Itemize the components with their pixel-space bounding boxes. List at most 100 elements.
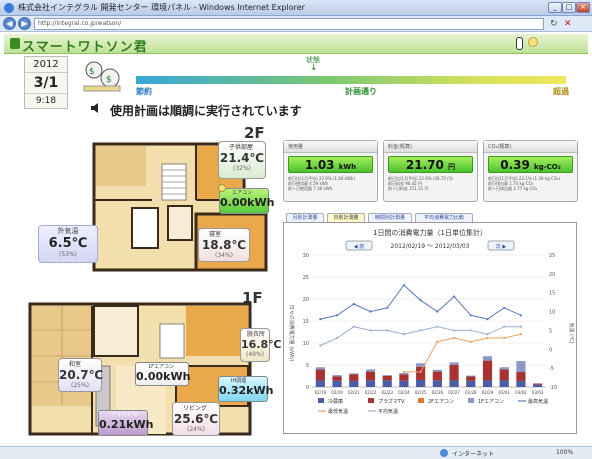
bar-プラズマTV xyxy=(533,383,543,385)
sensor-humidity: (32%) xyxy=(232,165,252,172)
bar-プラズマTV xyxy=(315,369,325,381)
legend-swatch xyxy=(368,398,374,403)
power-value: 0.00kWh xyxy=(220,196,275,209)
y2-tick-label: 5 xyxy=(549,328,552,334)
bar-1Fエアコン xyxy=(399,372,409,375)
bar-1Fエアコン xyxy=(466,375,476,377)
y2-tick-label: 25 xyxy=(549,253,555,259)
x-tick-label: 02/24 xyxy=(398,390,410,395)
card-value: 0.39 kg-CO₂ xyxy=(488,156,573,173)
thermometer-icon[interactable] xyxy=(516,37,523,50)
card-usage: 使用量 1.03 kWh 前日比(1月平均) 22.9% (1.84 kWh) … xyxy=(283,140,378,202)
y-axis-label: 日々の消費電力量 (kWh) xyxy=(288,305,295,362)
y2-axis-label: 気温 (℃) xyxy=(568,322,575,343)
refresh-icon[interactable]: ↻ xyxy=(550,19,558,29)
x-tick-label: 03/02 xyxy=(515,390,527,395)
y2-tick-label: 10 xyxy=(549,310,555,316)
line-最高気温 xyxy=(320,284,522,320)
legend-label: 1Fエアコン xyxy=(478,399,504,405)
card-cost: 料金(概算) 21.70 円 前日比(1月平均) 22.9% (28.72 円)… xyxy=(383,140,478,202)
prev-button[interactable]: ◀ 前 xyxy=(345,240,373,251)
y-tick-label: 10 xyxy=(303,341,309,347)
bar-プラズマTV xyxy=(499,369,509,381)
y-tick-label: 25 xyxy=(303,275,309,281)
sensor-name: 脱衣所 xyxy=(247,331,266,338)
maximize-button[interactable]: □ xyxy=(562,2,576,13)
close-button[interactable]: × xyxy=(576,2,590,13)
status-zone: インターネット xyxy=(452,451,495,458)
power-2f-aircon[interactable]: エアコン 0.00kWh xyxy=(219,188,275,214)
power-name: IH調理 xyxy=(231,378,247,384)
plan-mid-label: 計画通り xyxy=(345,87,377,96)
sensor-temp: 25.6℃ xyxy=(173,412,219,426)
bar-1Fエアコン xyxy=(499,367,509,370)
sensor-name: 寝室 xyxy=(209,231,222,238)
card-value: 1.03 kWh xyxy=(288,156,373,173)
time: 9:18 xyxy=(35,96,57,106)
legend-label: 2Fエアコン xyxy=(428,399,454,405)
back-button[interactable]: ◀ xyxy=(3,17,16,30)
y-tick-label: 20 xyxy=(303,297,309,303)
sensor-kids-room[interactable]: 子供部屋 21.4℃ (32%) xyxy=(218,141,266,179)
x-tick-label: 02/22 xyxy=(365,390,377,395)
power-name: エアコン xyxy=(232,190,253,196)
sensor-temp: 20.7℃ xyxy=(59,368,104,382)
power-1f-aircon[interactable]: 1Fエアコン 0.00kWh xyxy=(135,362,190,386)
sensor-dressing-room[interactable]: 脱衣所 16.8℃ (49%) xyxy=(240,328,281,362)
next-button[interactable]: 次 ▶ xyxy=(487,240,515,251)
outdoor-sensor[interactable]: 外気温 6.5℃ (53%) xyxy=(38,225,98,263)
svg-text:$: $ xyxy=(106,75,112,85)
stop-icon[interactable]: ✕ xyxy=(564,19,572,29)
bar-1Fエアコン xyxy=(449,362,459,365)
bar-1Fエアコン xyxy=(516,361,526,373)
light-bulb-icon xyxy=(218,184,226,192)
chart-range: 2012/02/19 ～ 2012/03/03 xyxy=(391,243,470,250)
power-ih-cooker[interactable]: IH調理 0.32kWh xyxy=(218,376,274,402)
x-tick-label: 02/26 xyxy=(432,390,444,395)
minimize-button[interactable]: _ xyxy=(548,2,562,13)
bar-プラズマTV xyxy=(516,372,526,381)
address-toolbar: ◀ ▶ http://integral.co.jp/watson/ ↻ ✕ xyxy=(0,16,592,32)
status-bar: インターネット 100% xyxy=(0,446,592,459)
bar-冷蔵庫 xyxy=(416,379,426,387)
zoom-level[interactable]: 100% xyxy=(556,449,573,456)
sensor-japanese-room[interactable]: 和室 20.7℃ (25%) xyxy=(58,358,104,392)
legend-swatch xyxy=(418,398,424,403)
bar-1Fエアコン xyxy=(315,367,325,370)
outdoor-humidity: (53%) xyxy=(58,251,78,258)
legend-label: 平均気温 xyxy=(378,408,398,415)
bar-1Fエアコン xyxy=(365,369,376,372)
address-input[interactable]: http://integral.co.jp/watson/ xyxy=(34,18,544,30)
sensor-name: 子供部屋 xyxy=(229,144,254,151)
sensor-temp: 18.8℃ xyxy=(201,238,247,252)
power-name: 1Fエアコン xyxy=(148,364,175,370)
sensor-humidity: (24%) xyxy=(186,426,206,433)
sensor-living-room[interactable]: リビング 25.6℃ (24%) xyxy=(172,402,220,436)
bar-プラズマTV xyxy=(432,371,442,381)
bar-冷蔵庫 xyxy=(516,380,526,387)
x-tick-label: 02/27 xyxy=(448,390,460,395)
power-plasma-tv[interactable]: プラズマTV 0.21kWh xyxy=(98,410,153,436)
sensor-humidity: (25%) xyxy=(70,382,90,389)
chart-legend: 冷蔵庫 プラズマTV 2Fエアコン 1Fエアコン 最高気温最低気温 平均気温 xyxy=(318,398,548,415)
card-line: 前＋日排出量 2.77 kg-CO₂ xyxy=(488,186,538,191)
plan-message: 使用計画は順調に実行されています xyxy=(110,104,302,118)
y-tick-label: 0 xyxy=(306,385,309,391)
prev-label: ◀ 前 xyxy=(354,243,364,250)
ie-icon xyxy=(4,3,14,13)
x-tick-label: 03/01 xyxy=(498,390,510,395)
light-bulb-icon[interactable] xyxy=(528,37,538,47)
bar-冷蔵庫 xyxy=(466,380,476,387)
sensor-bedroom[interactable]: 寝室 18.8℃ (34%) xyxy=(198,228,250,262)
outdoor-label: 外気温 xyxy=(57,227,79,235)
bar-プラズマTV xyxy=(365,371,376,381)
bar-プラズマTV xyxy=(466,376,476,381)
legend-label: 冷蔵庫 xyxy=(328,398,343,405)
x-tick-label: 02/23 xyxy=(381,390,393,395)
card-title: CO₂(概算) xyxy=(484,141,577,153)
bar-プラズマTV xyxy=(382,376,392,381)
sensor-humidity: (49%) xyxy=(245,351,265,358)
power-value: 0.32kWh xyxy=(219,384,274,397)
forward-button[interactable]: ▶ xyxy=(18,17,31,30)
bar-プラズマTV xyxy=(332,376,342,381)
